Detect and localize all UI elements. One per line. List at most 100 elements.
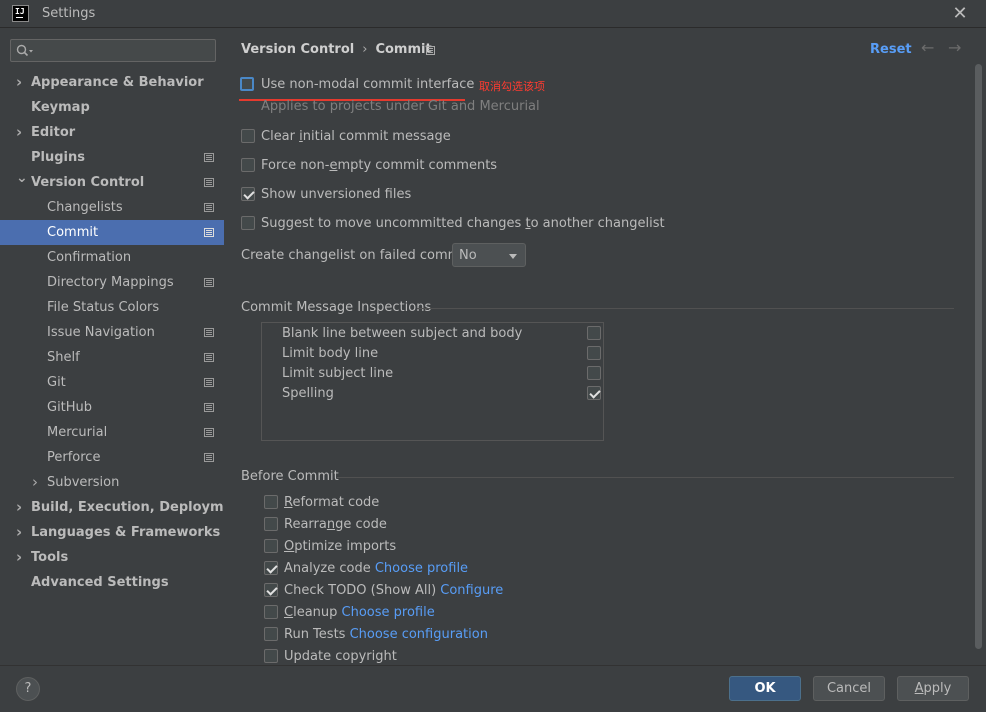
- sidebar-item-commit[interactable]: Commit: [0, 220, 224, 245]
- non-modal-label[interactable]: Use non-modal commit interface: [261, 77, 474, 92]
- sidebar-item-issue-navigation[interactable]: Issue Navigation: [0, 320, 224, 345]
- before-commit-checkbox[interactable]: [264, 561, 278, 575]
- close-icon[interactable]: ✕: [947, 2, 973, 26]
- before-commit-label[interactable]: Update copyright: [284, 649, 397, 664]
- clear-initial-label[interactable]: Clear initial commit message: [261, 129, 451, 144]
- before-commit-checkbox[interactable]: [264, 517, 278, 531]
- suggest-move-label[interactable]: Suggest to move uncommitted changes to a…: [261, 216, 665, 231]
- group-divider: [337, 477, 954, 478]
- label-part: Run Tests: [284, 627, 346, 642]
- sidebar-item-plugins[interactable]: Plugins: [0, 145, 224, 170]
- label-part: pply: [923, 681, 952, 696]
- configure-link[interactable]: Choose configuration: [350, 627, 488, 642]
- clear-initial-checkbox[interactable]: [241, 129, 255, 143]
- sidebar-item-mercurial[interactable]: Mercurial: [0, 420, 224, 445]
- sidebar-item-label: Confirmation: [47, 250, 132, 265]
- sidebar-item-appearance-behavior[interactable]: › Appearance & Behavior: [0, 70, 224, 95]
- sidebar-item-shelf[interactable]: Shelf: [0, 345, 224, 370]
- mnemonic-char: O: [284, 539, 295, 554]
- label-part: ptimize imports: [294, 539, 397, 554]
- configure-link[interactable]: Choose profile: [342, 605, 435, 620]
- forward-arrow-icon[interactable]: →: [948, 38, 961, 57]
- sidebar-item-github[interactable]: GitHub: [0, 395, 224, 420]
- sidebar-item-subversion[interactable]: › Subversion: [0, 470, 224, 495]
- cancel-button[interactable]: Cancel: [813, 676, 885, 701]
- show-unversioned-label[interactable]: Show unversioned files: [261, 187, 411, 202]
- reset-link[interactable]: Reset: [870, 42, 912, 57]
- before-commit-label[interactable]: Cleanup Choose profile: [284, 605, 435, 620]
- inspection-checkbox[interactable]: [587, 386, 601, 400]
- before-commit-label[interactable]: Rearrange code: [284, 517, 387, 532]
- before-commit-group-title: Before Commit: [241, 469, 339, 484]
- non-modal-hint: Applies to projects under Git and Mercur…: [261, 99, 540, 114]
- sidebar-item-editor[interactable]: › Editor: [0, 120, 224, 145]
- inspection-checkbox[interactable]: [587, 346, 601, 360]
- chevron-down-icon: [509, 254, 517, 259]
- before-commit-checkbox[interactable]: [264, 605, 278, 619]
- label-part: o another changelist: [530, 216, 665, 231]
- sidebar-item-build-execution-deployment[interactable]: › Build, Execution, Deployment: [0, 495, 248, 520]
- force-non-empty-checkbox[interactable]: [241, 158, 255, 172]
- configure-link[interactable]: Configure: [440, 583, 503, 598]
- ok-button[interactable]: OK: [729, 676, 801, 701]
- sidebar-item-advanced-settings[interactable]: Advanced Settings: [0, 570, 224, 595]
- sidebar-item-label: Version Control: [31, 175, 145, 190]
- label-part: Force non-: [261, 158, 330, 173]
- sidebar-item-perforce[interactable]: Perforce: [0, 445, 224, 470]
- app-icon-text: IJ: [15, 7, 25, 16]
- before-commit-checkbox[interactable]: [264, 495, 278, 509]
- sidebar-item-directory-mappings[interactable]: Directory Mappings: [0, 270, 224, 295]
- search-input[interactable]: [39, 42, 209, 59]
- apply-button[interactable]: Apply: [897, 676, 969, 701]
- show-unversioned-checkbox[interactable]: [241, 187, 255, 201]
- sidebar-item-file-status-colors[interactable]: File Status Colors: [0, 295, 224, 320]
- configure-link[interactable]: Choose profile: [375, 561, 468, 576]
- inspection-row[interactable]: Limit body line: [262, 344, 603, 364]
- inspection-checkbox[interactable]: [587, 366, 601, 380]
- sidebar-item-keymap[interactable]: Keymap: [0, 95, 224, 120]
- inspection-row[interactable]: Limit subject line: [262, 364, 603, 384]
- before-commit-label[interactable]: Reformat code: [284, 495, 379, 510]
- vertical-scrollbar[interactable]: [975, 64, 982, 649]
- label-part: Suggest to move uncommitted changes: [261, 216, 526, 231]
- inspection-row[interactable]: Blank line between subject and body: [262, 324, 603, 344]
- sidebar-item-languages-frameworks[interactable]: › Languages & Frameworks: [0, 520, 224, 545]
- chevron-down-icon[interactable]: ⌄: [16, 166, 28, 191]
- help-button[interactable]: ?: [16, 677, 40, 701]
- sidebar-item-tools[interactable]: › Tools: [0, 545, 224, 570]
- chevron-right-icon[interactable]: ›: [32, 470, 44, 495]
- before-commit-label[interactable]: Optimize imports: [284, 539, 396, 554]
- chevron-right-icon[interactable]: ›: [16, 545, 28, 570]
- annotation-note: 取消勾选该项: [479, 80, 545, 93]
- non-modal-checkbox[interactable]: [240, 77, 254, 91]
- before-commit-checkbox[interactable]: [264, 627, 278, 641]
- sidebar-item-changelists[interactable]: Changelists: [0, 195, 224, 220]
- before-commit-checkbox[interactable]: [264, 583, 278, 597]
- chevron-right-icon[interactable]: ›: [16, 495, 28, 520]
- chevron-right-icon[interactable]: ›: [16, 520, 28, 545]
- label-part: Rearra: [284, 517, 327, 532]
- create-changelist-select[interactable]: No: [452, 243, 526, 267]
- inspection-row[interactable]: Spelling: [262, 384, 603, 404]
- back-arrow-icon[interactable]: ←: [921, 38, 934, 57]
- breadcrumb-parent[interactable]: Version Control: [241, 42, 354, 57]
- sidebar-item-git[interactable]: Git: [0, 370, 224, 395]
- suggest-move-checkbox[interactable]: [241, 216, 255, 230]
- before-commit-checkbox[interactable]: [264, 539, 278, 553]
- chevron-right-icon[interactable]: ›: [16, 120, 28, 145]
- chevron-right-icon[interactable]: ›: [16, 70, 28, 95]
- before-commit-label[interactable]: Run Tests Choose configuration: [284, 627, 488, 642]
- sidebar-item-confirmation[interactable]: Confirmation: [0, 245, 224, 270]
- settings-search[interactable]: [10, 39, 216, 62]
- project-scope-icon: [204, 353, 214, 362]
- sidebar-item-label: Commit: [47, 225, 99, 240]
- force-non-empty-label[interactable]: Force non-empty commit comments: [261, 158, 497, 173]
- before-commit-label[interactable]: Check TODO (Show All) Configure: [284, 583, 503, 598]
- inspection-label: Limit subject line: [282, 366, 394, 381]
- label-part: Clear: [261, 129, 300, 144]
- inspection-checkbox[interactable]: [587, 326, 601, 340]
- search-icon: [16, 44, 33, 57]
- before-commit-checkbox[interactable]: [264, 649, 278, 663]
- sidebar-item-version-control[interactable]: ⌄ Version Control: [0, 170, 224, 195]
- before-commit-label[interactable]: Analyze code Choose profile: [284, 561, 468, 576]
